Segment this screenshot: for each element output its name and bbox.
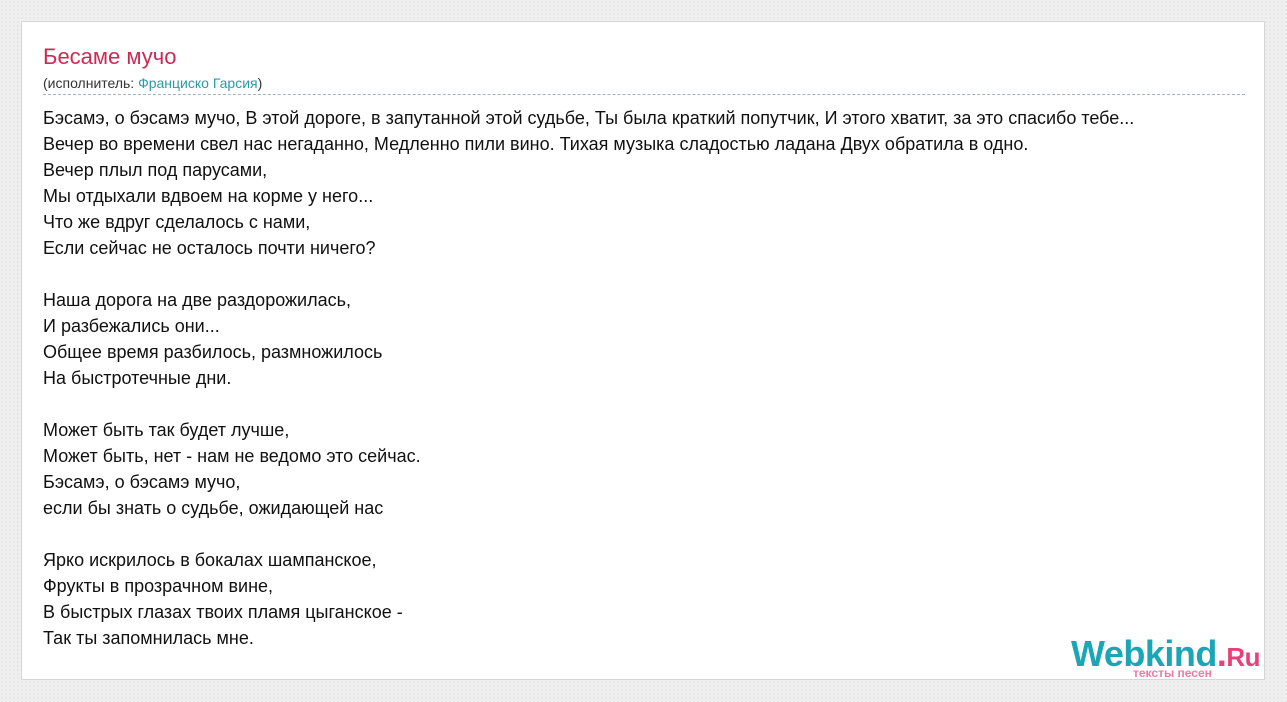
lyric-line: Наша дорога на две раздорожилась, xyxy=(43,290,352,310)
artist-link[interactable]: Франциско Гарсия xyxy=(138,75,258,91)
lyrics-card: Бесаме мучо (исполнитель: Франциско Гарс… xyxy=(21,21,1265,680)
song-title: Бесаме мучо xyxy=(43,44,177,69)
site-logo[interactable]: Webkind.Ru тексты песен xyxy=(1071,633,1264,680)
title-divider xyxy=(43,94,1245,95)
lyric-line: Бэсамэ, о бэсамэ мучо, В этой дороге, в … xyxy=(43,108,1135,128)
lyric-blank-line xyxy=(43,391,1264,417)
logo-tagline: тексты песен xyxy=(1133,666,1212,680)
lyric-blank-line xyxy=(43,261,1264,287)
artist-suffix: ) xyxy=(257,75,263,91)
lyric-line: Если сейчас не осталось почти ничего? xyxy=(43,238,376,258)
lyric-line: На быстротечные дни. xyxy=(43,368,232,388)
lyric-line: Общее время разбилось, размножилось xyxy=(43,342,383,362)
logo-dot: . xyxy=(1216,633,1227,674)
lyric-line: Мы отдыхали вдвоем на корме у него... xyxy=(43,186,374,206)
lyric-line: Бэсамэ, о бэсамэ мучо, xyxy=(43,472,241,492)
lyric-line: если бы знать о судьбе, ожидающей нас xyxy=(43,498,384,518)
lyric-line: Что же вдруг сделалось с нами, xyxy=(43,212,311,232)
lyric-line: Фрукты в прозрачном вине, xyxy=(43,576,274,596)
lyric-line: Ярко искрилось в бокалах шампанское, xyxy=(43,550,377,570)
artist-prefix: (исполнитель: xyxy=(43,75,139,91)
lyric-line: Может быть так будет лучше, xyxy=(43,420,290,440)
lyric-line: И разбежались они... xyxy=(43,316,220,336)
logo-tld: Ru xyxy=(1226,642,1261,672)
lyric-line: В быстрых глазах твоих пламя цыганское - xyxy=(43,602,403,622)
lyric-blank-line xyxy=(43,521,1264,547)
lyric-line: Может быть, нет - нам не ведомо это сейч… xyxy=(43,446,421,466)
artist-line: (исполнитель: Франциско Гарсия) xyxy=(43,74,262,92)
lyrics-text: Бэсамэ, о бэсамэ мучо, В этой дороге, в … xyxy=(43,105,1264,651)
lyric-line: Вечер плыл под парусами, xyxy=(43,160,268,180)
lyric-line: Вечер во времени свел нас негаданно, Мед… xyxy=(43,134,1029,154)
